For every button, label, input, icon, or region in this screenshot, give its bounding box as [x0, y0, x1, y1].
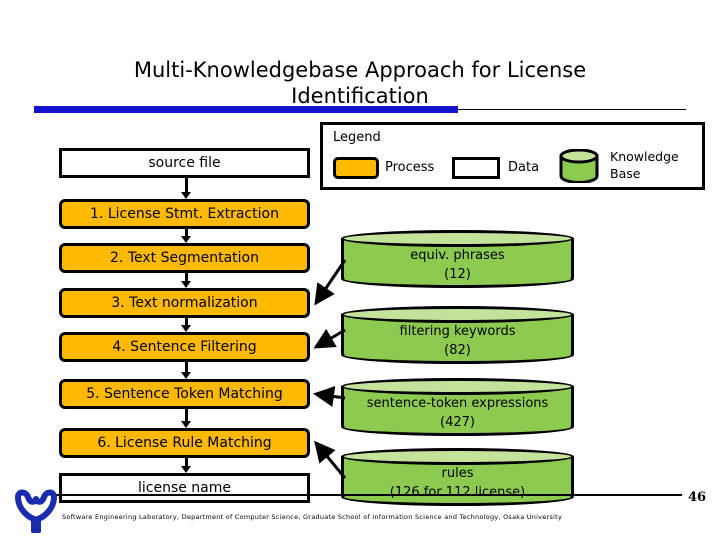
legend-swatch-data: [452, 157, 500, 179]
title-divider-accent: [34, 106, 458, 113]
legend-swatch-knowledge-base: [558, 148, 600, 184]
page-number: 46: [688, 490, 707, 505]
footer-affiliation: Software Engineering Laboratory, Departm…: [62, 513, 563, 521]
flow-node-license-name: license name: [59, 473, 310, 503]
flow-arrow-source-to-step1: [181, 178, 192, 199]
university-logo-icon: [8, 487, 64, 534]
knowledgebase-sentence-token-expressions-label: sentence-token expressions (427): [366, 396, 549, 430]
knowledgebase-equiv-phrases: equiv. phrases (12): [341, 230, 574, 288]
flow-node-step-3: 3. Text normalization: [59, 288, 310, 318]
legend-label-process: Process: [385, 160, 435, 175]
flow-node-step-4: 4. Sentence Filtering: [59, 332, 310, 362]
flow-node-source-file: source file: [59, 148, 310, 178]
knowledgebase-rules-label: rules (126 for 112 license): [389, 466, 526, 500]
knowledgebase-sentence-token-expressions: sentence-token expressions (427): [341, 378, 574, 436]
flow-node-step-6: 6. License Rule Matching: [59, 428, 310, 458]
flow-node-step-2: 2. Text Segmentation: [59, 243, 310, 273]
knowledgebase-equiv-phrases-label: equiv. phrases (12): [410, 248, 505, 282]
legend-swatch-process: [333, 157, 379, 179]
legend-label-data: Data: [508, 160, 540, 175]
legend-label-knowledge-base: Knowledge Base: [610, 149, 679, 181]
flow-arrow-step5-to-step6: [181, 409, 192, 428]
knowledgebase-rules: rules (126 for 112 license): [341, 448, 574, 506]
flow-node-step-1: 1. License Stmt. Extraction: [59, 199, 310, 229]
flow-arrow-step2-to-step3: [181, 273, 192, 288]
page-title: Multi-Knowledgebase Approach for License…: [133, 58, 587, 108]
flow-arrow-step1-to-step2: [181, 229, 192, 243]
legend-title: Legend: [333, 130, 381, 145]
database-cylinder-icon: [559, 148, 599, 184]
knowledgebase-filtering-keywords: filtering keywords (82): [341, 306, 574, 364]
flow-arrow-step6-to-license-name: [181, 458, 192, 473]
flow-node-step-5: 5. Sentence Token Matching: [59, 379, 310, 409]
flow-arrow-step3-to-step4: [181, 318, 192, 332]
flow-arrow-step4-to-step5: [181, 362, 192, 379]
knowledgebase-filtering-keywords-label: filtering keywords (82): [399, 324, 516, 358]
